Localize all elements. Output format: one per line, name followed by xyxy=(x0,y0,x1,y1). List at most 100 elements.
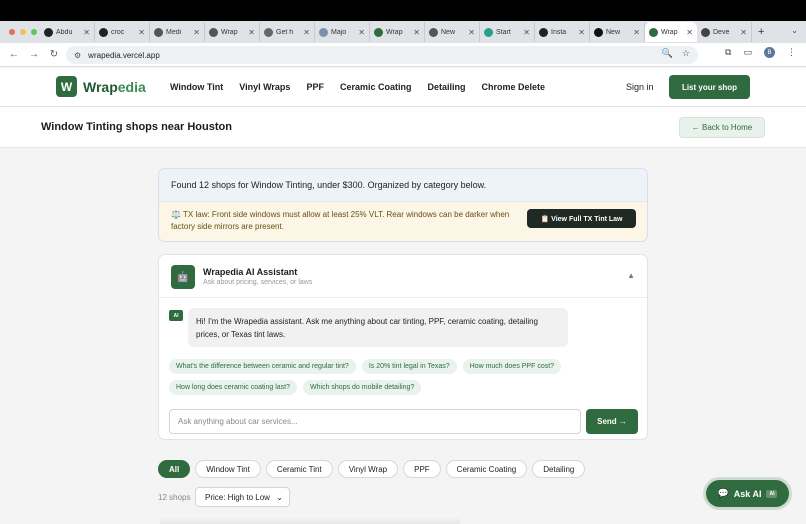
filter-pill[interactable]: Detailing xyxy=(532,460,586,478)
nav-link[interactable]: Ceramic Coating xyxy=(340,82,412,92)
browser-tab[interactable]: Wrap ✕ xyxy=(645,22,697,42)
browser-tab[interactable]: Medi ✕ xyxy=(150,22,205,42)
filter-pill[interactable]: Ceramic Tint xyxy=(265,460,333,478)
nav-link[interactable]: Window Tint xyxy=(170,82,223,92)
suggestion-chip[interactable]: Which shops do mobile detailing? xyxy=(303,380,422,395)
browser-tab[interactable]: Wrap ✕ xyxy=(370,22,425,42)
browser-tab[interactable]: Abdu ✕ xyxy=(40,22,95,42)
close-window-button[interactable] xyxy=(9,29,15,35)
tint-law-notice: ⚖️ TX law: Front side windows must allow… xyxy=(159,202,647,241)
tab-search-icon[interactable]: ⌄ xyxy=(791,26,798,35)
chevron-down-icon: ⌄ xyxy=(276,492,283,502)
suggestion-chips: What's the difference between ceramic an… xyxy=(169,359,629,395)
tab-label: Wrap xyxy=(661,28,678,36)
nav-link[interactable]: Chrome Delete xyxy=(482,82,546,92)
document-icon xyxy=(264,27,273,37)
close-tab-icon[interactable]: ✕ xyxy=(303,28,310,37)
sign-in-link[interactable]: Sign in xyxy=(626,82,654,92)
filter-pill[interactable]: Vinyl Wrap xyxy=(337,460,399,478)
close-tab-icon[interactable]: ✕ xyxy=(193,28,200,37)
zoom-icon[interactable]: 🔍 xyxy=(662,48,673,59)
close-tab-icon[interactable]: ✕ xyxy=(468,28,475,37)
close-tab-icon[interactable]: ✕ xyxy=(686,28,693,37)
browser-tab[interactable]: New ✕ xyxy=(425,22,480,42)
minimize-window-button[interactable] xyxy=(20,29,26,35)
send-button[interactable]: Send → xyxy=(586,409,638,434)
tab-label: Abdu xyxy=(56,28,73,36)
tab-label: Start xyxy=(496,28,511,36)
reload-icon[interactable]: ↻ xyxy=(44,49,64,60)
browser-tab[interactable]: Wrap ✕ xyxy=(205,22,260,42)
chat-bubble-icon: 💬 xyxy=(717,488,729,498)
wrapedia-icon xyxy=(374,27,383,37)
profile-avatar[interactable]: B xyxy=(764,47,775,58)
tab-label: Medi xyxy=(166,28,182,36)
window-controls xyxy=(0,29,40,35)
close-tab-icon[interactable]: ✕ xyxy=(413,28,420,37)
shield-icon xyxy=(319,27,328,37)
forward-arrow-icon[interactable]: → xyxy=(24,49,44,60)
nav-link[interactable]: Vinyl Wraps xyxy=(239,82,290,92)
filter-pill[interactable]: PPF xyxy=(403,460,441,478)
close-tab-icon[interactable]: ✕ xyxy=(248,28,255,37)
close-tab-icon[interactable]: ✕ xyxy=(358,28,365,37)
close-tab-icon[interactable]: ✕ xyxy=(138,28,145,37)
wrapedia-icon xyxy=(649,27,658,37)
nav-link[interactable]: PPF xyxy=(306,82,324,92)
view-tint-law-button[interactable]: 📋 View Full TX Tint Law xyxy=(527,209,636,228)
site-navbar: W Wrapedia Window Tint Vinyl Wraps PPF Cera… xyxy=(0,68,806,107)
tab-label: Deve xyxy=(713,28,730,36)
sort-select[interactable]: Price: High to Low ⌄ xyxy=(195,487,290,507)
tab-label: croc xyxy=(111,28,125,36)
globe-icon xyxy=(154,27,163,37)
suggestion-chip[interactable]: How long does ceramic coating last? xyxy=(169,380,298,395)
back-arrow-icon[interactable]: ← xyxy=(4,49,24,60)
browser-tab[interactable]: Insta ✕ xyxy=(535,22,590,42)
suggestion-chip[interactable]: What's the difference between ceramic an… xyxy=(169,359,356,374)
ask-ai-floating-button[interactable]: 💬 Ask AI AI xyxy=(706,480,789,507)
bookmark-star-icon[interactable]: ☆ xyxy=(682,48,690,59)
site-logo[interactable]: W Wrapedia xyxy=(56,76,146,97)
suggestion-chip[interactable]: How much does PPF cost? xyxy=(462,359,562,374)
browser-tab[interactable]: New ✕ xyxy=(590,22,645,42)
tab-label: New xyxy=(606,28,621,36)
close-tab-icon[interactable]: ✕ xyxy=(523,28,530,37)
results-summary: Found 12 shops for Window Tinting, under… xyxy=(159,169,647,202)
cast-icon[interactable]: ▭ xyxy=(743,47,752,58)
assistant-header[interactable]: 🤖 Wrapedia AI Assistant Ask about pricin… xyxy=(159,255,647,298)
url-input[interactable]: ⚙ wrapedia.vercel.app 🔍 ☆ xyxy=(66,46,698,64)
browser-tab[interactable]: Get h ✕ xyxy=(260,22,315,42)
browser-tab-strip: Abdu ✕ croc ✕ Medi ✕ Wrap ✕ Get h ✕ Majo ✕ Wrap ✕ New ✕… xyxy=(0,21,806,43)
filter-pill[interactable]: Ceramic Coating xyxy=(445,460,528,478)
menu-kebab-icon[interactable]: ⋮ xyxy=(787,47,796,58)
page-title: Window Tinting shops near Houston xyxy=(41,121,232,133)
filter-pill[interactable]: All xyxy=(158,460,191,478)
close-tab-icon[interactable]: ✕ xyxy=(83,28,90,37)
maximize-window-button[interactable] xyxy=(31,29,37,35)
assistant-title: Wrapedia AI Assistant xyxy=(203,267,298,277)
collapse-chevron-icon[interactable]: ▲ xyxy=(627,271,635,280)
ask-ai-label: Ask AI xyxy=(733,488,762,499)
assistant-input[interactable] xyxy=(169,409,581,434)
tab-label: Wrap xyxy=(386,28,403,36)
new-tab-button[interactable]: + xyxy=(752,26,764,38)
browser-tab[interactable]: Deve ✕ xyxy=(697,22,752,42)
site-settings-icon[interactable]: ⚙ xyxy=(74,51,81,60)
tab-label: Wrap xyxy=(221,28,238,36)
assistant-subtitle: Ask about pricing, services, or laws xyxy=(203,279,313,286)
filter-pill[interactable]: Window Tint xyxy=(195,460,261,478)
nav-link[interactable]: Detailing xyxy=(427,82,465,92)
back-to-home-button[interactable]: ← Back to Home xyxy=(679,117,765,138)
tint-law-text: ⚖️ TX law: Front side windows must allow… xyxy=(171,210,510,231)
close-tab-icon[interactable]: ✕ xyxy=(740,28,747,37)
close-tab-icon[interactable]: ✕ xyxy=(578,28,585,37)
close-tab-icon[interactable]: ✕ xyxy=(633,28,640,37)
diamond-icon xyxy=(484,27,493,37)
suggestion-chip[interactable]: Is 20% tint legal in Texas? xyxy=(361,359,457,374)
browser-tab[interactable]: croc ✕ xyxy=(95,22,150,42)
ask-ai-badge: AI xyxy=(766,489,778,498)
extensions-icon[interactable]: ⧉ xyxy=(725,47,731,58)
browser-tab[interactable]: Majo ✕ xyxy=(315,22,370,42)
browser-tab[interactable]: Start ✕ xyxy=(480,22,535,42)
list-your-shop-button[interactable]: List your shop xyxy=(669,75,750,99)
